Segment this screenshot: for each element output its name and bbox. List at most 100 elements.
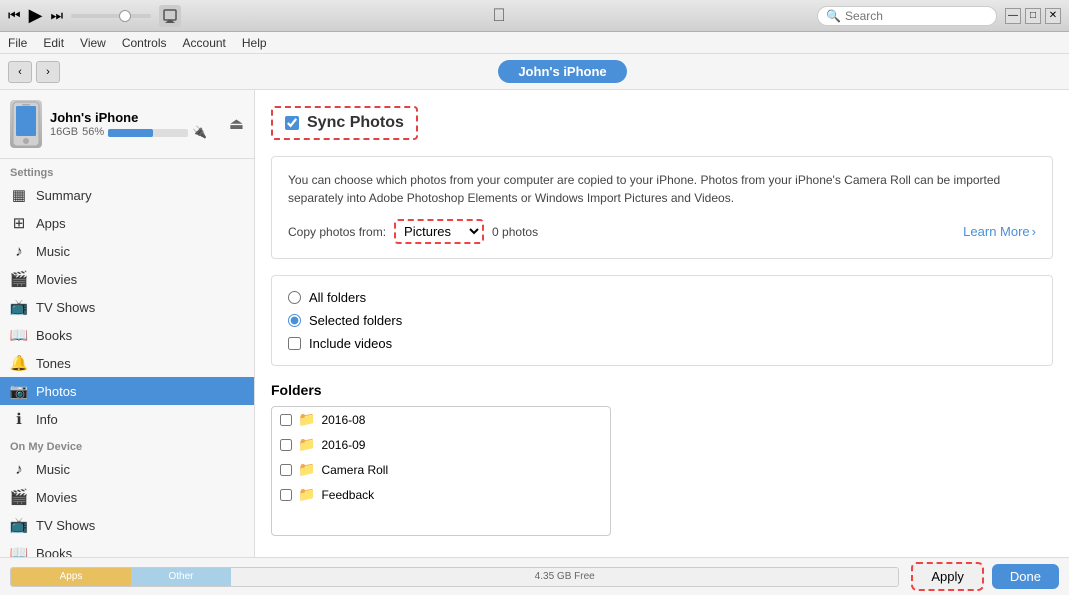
include-videos-row: Include videos [288,336,1036,351]
copy-from-row: Copy photos from: Pictures iPhoto Lightr… [288,219,1036,244]
device-meta: 16GB 56% 🔌 [50,125,221,139]
folder-check[interactable] [280,414,292,426]
folder-icon: 📁 [298,461,315,478]
sidebar-item-info[interactable]: ℹ Info [0,405,254,433]
sidebar-item-label: TV Shows [36,518,95,533]
all-folders-row: All folders [288,290,1036,305]
menu-account[interactable]: Account [183,36,226,50]
volume-slider[interactable] [71,14,151,18]
close-button[interactable]: ✕ [1045,8,1061,24]
sidebar-item-label: Tones [36,356,71,371]
eject-button[interactable]: ⏏ [229,114,244,134]
sidebar-item-od-music[interactable]: ♪ Music [0,455,254,483]
back-button[interactable]: ‹ [8,61,32,83]
folder-check[interactable] [280,439,292,451]
sidebar-item-label: Summary [36,188,92,203]
sidebar-item-label: Apps [36,216,66,231]
apps-icon: ⊞ [10,214,28,232]
photos-icon: 📷 [10,382,28,400]
capacity-bar [108,129,188,137]
menu-controls[interactable]: Controls [122,36,167,50]
selected-folders-label: Selected folders [309,313,402,328]
menu-edit[interactable]: Edit [43,36,64,50]
sidebar-item-label: Movies [36,272,77,287]
volume-handle[interactable] [119,10,131,22]
folder-name: Feedback [321,488,374,502]
folder-icon: 📁 [298,411,315,428]
rewind-button[interactable]: ⏮ [8,7,21,24]
sync-photos-checkbox[interactable] [285,116,299,130]
folder-item-camera-roll[interactable]: 📁 Camera Roll [272,457,610,482]
device-name: John's iPhone [50,110,221,125]
sidebar-item-label: TV Shows [36,300,95,315]
sidebar-item-movies[interactable]: 🎬 Movies [0,265,254,293]
nav-bar: ‹ › John's iPhone [0,54,1069,90]
device-details: John's iPhone 16GB 56% 🔌 [50,110,221,139]
playback-controls: ⏮ ▶ ⏭ [8,5,181,27]
folder-icon: 📁 [298,486,315,503]
sidebar-item-od-tv-shows[interactable]: 📺 TV Shows [0,511,254,539]
storage-apps: Apps [11,568,131,586]
all-folders-radio[interactable] [288,291,301,304]
device-tab[interactable]: John's iPhone [498,60,626,83]
folder-check[interactable] [280,464,292,476]
sidebar-item-label: Music [36,244,70,259]
info-icon: ℹ [10,410,28,428]
done-button[interactable]: Done [992,564,1059,589]
main-layout: John's iPhone 16GB 56% 🔌 ⏏ Settings ▦ Su… [0,90,1069,557]
od-tv-icon: 📺 [10,516,28,534]
include-videos-label: Include videos [309,336,392,351]
folder-tree[interactable]: 📁 2016-08 📁 2016-09 📁 Camera Roll 📁 Fee [271,406,611,536]
folder-check[interactable] [280,489,292,501]
apply-button[interactable]: Apply [911,562,984,591]
window-controls: — □ ✕ [1005,8,1061,24]
storage-bar: Apps Other 4.35 GB Free [10,567,899,587]
folder-name: 2016-08 [321,413,365,427]
od-movies-icon: 🎬 [10,488,28,506]
sync-photos-header: Sync Photos [271,106,418,140]
folder-item-2016-09[interactable]: 📁 2016-09 [272,432,610,457]
selected-folders-radio[interactable] [288,314,301,327]
ffwd-button[interactable]: ⏭ [50,7,63,24]
folder-item-feedback[interactable]: 📁 Feedback [272,482,610,507]
sidebar-item-tv-shows[interactable]: 📺 TV Shows [0,293,254,321]
minimize-button[interactable]: — [1005,8,1021,24]
storage-other: Other [131,568,231,586]
sidebar-item-od-movies[interactable]: 🎬 Movies [0,483,254,511]
forward-button[interactable]: › [36,61,60,83]
maximize-button[interactable]: □ [1025,8,1041,24]
settings-section-label: Settings [0,159,254,181]
menu-view[interactable]: View [80,36,106,50]
tones-icon: 🔔 [10,354,28,372]
sidebar-item-photos[interactable]: 📷 Photos [0,377,254,405]
on-device-section-label: On My Device [0,433,254,455]
sidebar-item-apps[interactable]: ⊞ Apps [0,209,254,237]
folder-item-2016-08[interactable]: 📁 2016-08 [272,407,610,432]
sidebar-item-tones[interactable]: 🔔 Tones [0,349,254,377]
sidebar: John's iPhone 16GB 56% 🔌 ⏏ Settings ▦ Su… [0,90,255,557]
info-box: You can choose which photos from your co… [271,156,1053,259]
include-videos-checkbox[interactable] [288,337,301,350]
copy-from-select[interactable]: Pictures iPhoto Lightroom Other... [394,219,484,244]
sidebar-item-music[interactable]: ♪ Music [0,237,254,265]
play-button[interactable]: ▶ [29,5,43,26]
sidebar-item-books[interactable]: 📖 Books [0,321,254,349]
learn-more-link[interactable]: Learn More › [963,222,1036,242]
device-info: John's iPhone 16GB 56% 🔌 ⏏ [0,90,254,159]
sidebar-item-summary[interactable]: ▦ Summary [0,181,254,209]
sidebar-item-label: Movies [36,490,77,505]
folder-name: Camera Roll [321,463,388,477]
menu-file[interactable]: File [8,36,27,50]
storage-free: 4.35 GB Free [231,568,898,586]
tv-shows-icon: 📺 [10,298,28,316]
all-folders-label: All folders [309,290,366,305]
photo-count: 0 photos [492,223,538,241]
search-icon: 🔍 [826,9,841,23]
search-input[interactable] [845,9,985,23]
selected-folders-row: Selected folders [288,313,1036,328]
search-box[interactable]: 🔍 [817,6,997,26]
title-bar: ⏮ ▶ ⏭  🔍 — □ ✕ [0,0,1069,32]
menu-help[interactable]: Help [242,36,267,50]
airplay-button[interactable] [159,5,181,27]
sidebar-item-od-books[interactable]: 📖 Books [0,539,254,557]
